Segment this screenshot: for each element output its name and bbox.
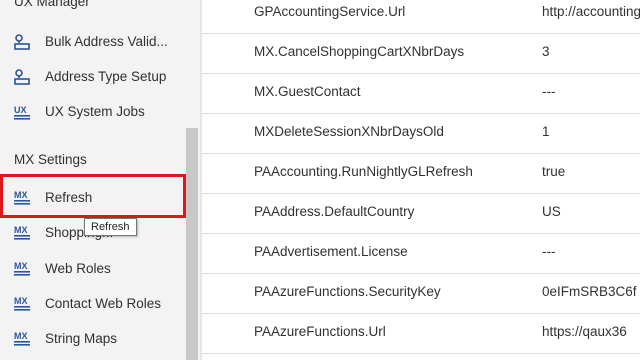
mx-icon: MX (12, 223, 32, 243)
setting-name: GPAccountingService.Url (254, 4, 406, 19)
table-row[interactable]: PAAdvertisement.License --- (202, 234, 640, 274)
setting-value: --- (542, 244, 556, 259)
mx-settings-section-title: MX Settings (14, 152, 87, 167)
table-row[interactable]: PAAzureFunctions.Url https://qaux36 (202, 314, 640, 354)
sidebar-item-bulk-address-validation[interactable]: Bulk Address Valid... (0, 24, 186, 59)
table-row[interactable]: PAAzureFunctions.SecurityKey 0eIFmSRB3C6… (202, 274, 640, 314)
table-row[interactable]: MX.GuestContact --- (202, 74, 640, 114)
address-icon (12, 67, 32, 87)
svg-text:MX: MX (14, 331, 28, 341)
setting-value: true (542, 164, 566, 179)
setting-name: MX.CancelShoppingCartXNbrDays (254, 44, 465, 59)
setting-value: 0eIFmSRB3C6f (542, 284, 637, 299)
svg-text:MX: MX (14, 261, 28, 271)
setting-value: 1 (542, 124, 550, 139)
sidebar-item-ux-system-jobs[interactable]: UX UX System Jobs (0, 94, 186, 129)
mx-icon: MX (12, 329, 32, 349)
setting-name: PAAzureFunctions.Url (254, 324, 386, 339)
sidebar-item-address-type-setup[interactable]: Address Type Setup (0, 59, 186, 94)
sidebar-item-contact-web-roles[interactable]: MX Contact Web Roles (0, 286, 186, 321)
sidebar-item-label: Bulk Address Valid... (45, 34, 168, 49)
svg-text:MX: MX (14, 296, 28, 306)
setting-name: MX.GuestContact (254, 84, 361, 99)
table-row[interactable]: PAAccounting.RunNightlyGLRefresh true (202, 154, 640, 194)
sidebar-item-label: Contact Web Roles (45, 296, 162, 311)
table-row[interactable]: PAAddress.DefaultCountry US (202, 194, 640, 234)
svg-text:MX: MX (14, 225, 28, 235)
setting-value: US (542, 204, 561, 219)
setting-name: PAAdvertisement.License (254, 244, 408, 259)
mx-icon: MX (12, 259, 32, 279)
sidebar-item-label: Address Type Setup (45, 69, 167, 84)
sidebar-item-label: Refresh (45, 190, 93, 205)
mx-icon: MX (12, 188, 32, 208)
setting-name: MXDeleteSessionXNbrDaysOld (254, 124, 444, 139)
setting-value: --- (542, 84, 556, 99)
tooltip: Refresh (84, 218, 137, 236)
address-icon (12, 32, 32, 52)
sidebar-item-web-roles[interactable]: MX Web Roles (0, 251, 186, 286)
sidebar-item-label: Web Roles (45, 261, 111, 276)
svg-text:MX: MX (14, 190, 28, 200)
setting-value: 3 (542, 44, 550, 59)
table-row[interactable]: MX.CancelShoppingCartXNbrDays 3 (202, 34, 640, 74)
sidebar: UX Manager Bulk Address Valid... Address… (0, 0, 200, 360)
sidebar-item-string-maps[interactable]: MX String Maps (0, 321, 186, 356)
ux-icon: UX (12, 102, 32, 122)
svg-text:UX: UX (14, 105, 27, 115)
table-row[interactable]: GPAccountingService.Url http://accountin… (202, 0, 640, 34)
mx-icon: MX (12, 294, 32, 314)
setting-value: http://accounting (542, 4, 640, 19)
sidebar-item-label: UX System Jobs (45, 104, 145, 119)
setting-name: PAAzureFunctions.SecurityKey (254, 284, 441, 299)
setting-value: https://qaux36 (542, 324, 627, 339)
setting-name: PAAccounting.RunNightlyGLRefresh (254, 164, 473, 179)
ux-manager-section-title: UX Manager (14, 0, 90, 9)
table-row[interactable]: MXDeleteSessionXNbrDaysOld 1 (202, 114, 640, 154)
sidebar-item-label: String Maps (45, 331, 118, 346)
sidebar-item-refresh[interactable]: MX Refresh (0, 180, 186, 215)
sidebar-scrollbar[interactable] (186, 128, 198, 360)
setting-name: PAAddress.DefaultCountry (254, 204, 415, 219)
